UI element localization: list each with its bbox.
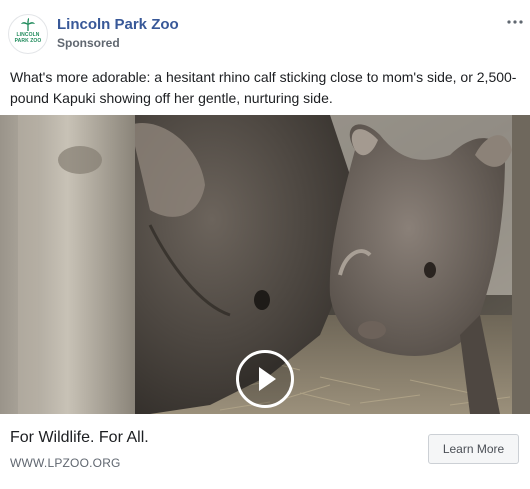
post-header: LINCOLN PARK ZOO Lincoln Park Zoo Sponso… <box>0 0 530 60</box>
video-player[interactable] <box>0 115 530 414</box>
sponsored-label[interactable]: Sponsored <box>57 36 120 50</box>
page-name-link[interactable]: Lincoln Park Zoo <box>57 16 179 33</box>
link-footer[interactable]: For Wildlife. For All. WWW.LPZOO.ORG Lea… <box>0 414 530 489</box>
more-dots-icon[interactable] <box>504 14 526 30</box>
post-caption: What's more adorable: a hesitant rhino c… <box>10 69 517 106</box>
logo-text-line2: PARK ZOO <box>14 38 42 44</box>
learn-more-button[interactable]: Learn More <box>428 434 519 464</box>
sponsored-post-card: LINCOLN PARK ZOO Lincoln Park Zoo Sponso… <box>0 0 530 489</box>
link-domain[interactable]: WWW.LPZOO.ORG <box>10 456 121 470</box>
page-avatar[interactable]: LINCOLN PARK ZOO <box>8 14 48 54</box>
play-icon <box>259 367 276 391</box>
play-button[interactable] <box>236 350 294 408</box>
link-headline[interactable]: For Wildlife. For All. <box>10 429 149 447</box>
